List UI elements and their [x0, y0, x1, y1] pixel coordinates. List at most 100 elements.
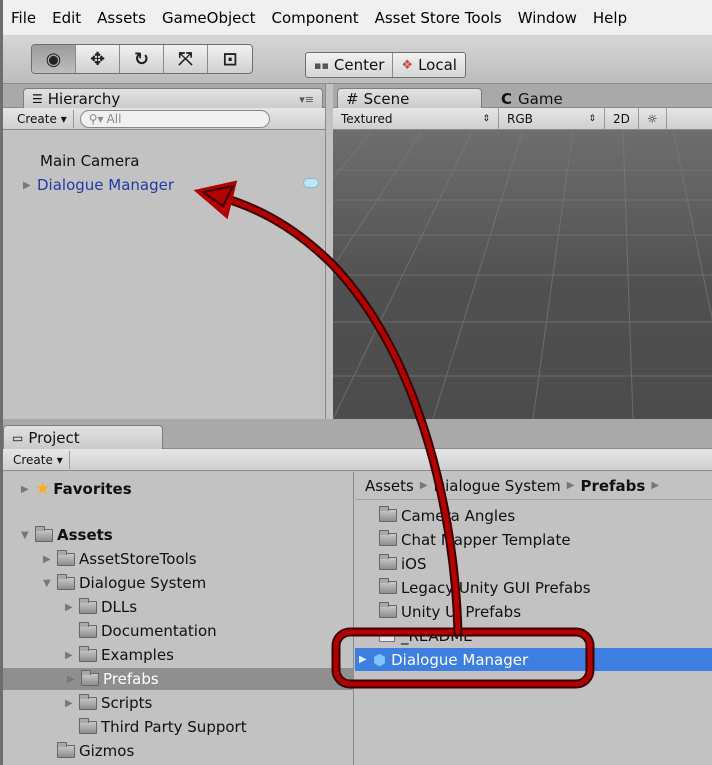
folder-icon: [79, 621, 97, 638]
expand-arrow-icon[interactable]: ▶: [23, 180, 37, 191]
tab-game[interactable]: C Game: [493, 88, 571, 109]
file-item-ios[interactable]: iOS: [379, 552, 427, 575]
menu-edit[interactable]: Edit: [52, 9, 81, 27]
prefab-cube-icon: ⬢: [373, 650, 387, 669]
tree-item-scripts[interactable]: ▶ Scripts: [65, 692, 152, 714]
render-mode-dropdown[interactable]: RGB ⇕: [499, 107, 605, 130]
breadcrumb-item[interactable]: Prefabs: [580, 477, 645, 495]
menu-component[interactable]: Component: [272, 9, 359, 27]
folder-icon: [57, 573, 75, 590]
scene-viewport[interactable]: [333, 130, 712, 419]
shading-mode-label: Textured: [341, 111, 393, 126]
tree-item-documentation[interactable]: Documentation: [79, 620, 217, 642]
project-file-list: Assets ▶ Dialogue System ▶ Prefabs ▶ Cam…: [355, 472, 712, 765]
transform-tools: ◉ ✥ ↻ ⤧ ⊡: [31, 44, 253, 74]
expand-arrow-icon[interactable]: ▶: [67, 674, 81, 685]
create-label: Create: [17, 111, 57, 126]
panel-menu-icon[interactable]: ▾≡: [299, 93, 314, 106]
tab-project[interactable]: ▭ Project: [3, 425, 163, 449]
project-toolbar: Create ▾: [3, 449, 712, 471]
tree-item-dialogue-system[interactable]: ▼ Dialogue System: [43, 572, 206, 594]
hierarchy-item-dialogue-manager[interactable]: ▶ Dialogue Manager: [23, 176, 174, 194]
hierarchy-icon: ☰: [32, 92, 43, 106]
tree-item-label: Favorites: [53, 480, 132, 498]
rect-icon: ⊡: [222, 48, 238, 70]
file-item-camera-angles[interactable]: Camera Angles: [379, 504, 515, 527]
breadcrumb-item[interactable]: Assets: [365, 477, 414, 495]
tree-item-favorites[interactable]: ▶ ★ Favorites: [21, 478, 132, 500]
expand-arrow-icon[interactable]: ▶: [359, 654, 373, 665]
tab-scene-label: Scene: [363, 90, 410, 108]
scene-panel: # Scene C Game Textured ⇕ RGB ⇕ 2D ☼: [333, 84, 712, 419]
move-icon: ✥: [89, 48, 106, 70]
tab-hierarchy[interactable]: ☰ Hierarchy ▾≡: [23, 88, 323, 109]
menu-gameobject[interactable]: GameObject: [162, 9, 256, 27]
view-tool-button[interactable]: ◉: [32, 45, 76, 73]
hierarchy-create-button[interactable]: Create ▾: [11, 109, 74, 128]
dropdown-icon: ⇕: [482, 113, 490, 124]
expand-arrow-icon[interactable]: ▶: [65, 602, 79, 613]
hierarchy-search-input[interactable]: ⚲▾ All: [79, 109, 270, 128]
chevron-right-icon: ▶: [651, 480, 660, 491]
expand-arrow-icon[interactable]: ▶: [21, 484, 35, 495]
2d-toggle[interactable]: 2D: [605, 107, 639, 130]
file-item-dialogue-manager[interactable]: ▶ ⬢ Dialogue Manager: [355, 648, 712, 671]
tree-item-prefabs[interactable]: ▶ Prefabs: [3, 668, 354, 690]
expand-arrow-icon[interactable]: ▶: [65, 650, 79, 661]
lighting-toggle[interactable]: ☼: [639, 107, 667, 130]
expand-arrow-icon[interactable]: ▶: [65, 698, 79, 709]
tree-item-assets[interactable]: ▼ Assets: [21, 524, 113, 546]
tree-item-gizmos[interactable]: Gizmos: [57, 740, 134, 762]
tab-scene[interactable]: # Scene: [337, 88, 482, 109]
file-item-readme[interactable]: _README: [379, 624, 473, 647]
menu-window[interactable]: Window: [518, 9, 577, 27]
file-item-chat-mapper-template[interactable]: Chat Mapper Template: [379, 528, 571, 551]
folder-icon: [79, 597, 97, 614]
menu-assets[interactable]: Assets: [97, 9, 146, 27]
shading-mode-dropdown[interactable]: Textured ⇕: [333, 107, 499, 130]
expand-arrow-icon[interactable]: ▶: [43, 554, 57, 565]
tree-item-label: Scripts: [101, 694, 153, 712]
tree-item-label: Dialogue System: [79, 574, 207, 592]
folder-icon: [81, 669, 99, 686]
tab-project-label: Project: [28, 428, 80, 447]
folder-icon: [379, 602, 397, 618]
collapse-arrow-icon[interactable]: ▼: [21, 530, 35, 541]
tree-item-third-party-support[interactable]: Third Party Support: [79, 716, 247, 738]
folder-icon: [79, 717, 97, 734]
search-icon: ⚲▾: [88, 111, 104, 126]
file-item-label: iOS: [401, 554, 427, 573]
tree-item-assetstoretools[interactable]: ▶ AssetStoreTools: [43, 548, 197, 570]
menu-asset-store-tools[interactable]: Asset Store Tools: [375, 9, 502, 27]
project-panel: ▭ Project Create ▾ ▶ ★ Favorites ▼ Asset…: [3, 419, 712, 765]
pivot-label: Center: [333, 56, 385, 74]
hierarchy-tabstrip: ☰ Hierarchy ▾≡: [3, 84, 325, 109]
collapse-arrow-icon[interactable]: ▼: [43, 578, 57, 589]
scale-tool-button[interactable]: ⤧: [164, 45, 208, 73]
folder-icon: [57, 741, 75, 758]
breadcrumb-item[interactable]: Dialogue System: [434, 477, 561, 495]
scene-toolbar: Textured ⇕ RGB ⇕ 2D ☼: [333, 107, 712, 130]
local-space-icon: ❖: [401, 57, 414, 73]
file-item-unity-ui-prefabs[interactable]: Unity UI Prefabs: [379, 600, 521, 623]
menu-file[interactable]: File: [11, 9, 36, 27]
game-icon: C: [501, 89, 513, 108]
menu-help[interactable]: Help: [593, 9, 627, 27]
text-file-icon: [379, 629, 395, 642]
project-create-button[interactable]: Create ▾: [7, 450, 70, 469]
rotate-tool-button[interactable]: ↻: [120, 45, 164, 73]
tree-item-dlls[interactable]: ▶ DLLs: [65, 596, 137, 618]
file-item-label: Unity UI Prefabs: [401, 602, 522, 621]
rect-tool-button[interactable]: ⊡: [208, 45, 252, 73]
file-item-legacy-unity-gui-prefabs[interactable]: Legacy Unity GUI Prefabs: [379, 576, 591, 599]
pivot-center-button[interactable]: ▪▪ Center: [306, 53, 394, 77]
file-item-label: _README: [401, 626, 473, 645]
tree-item-examples[interactable]: ▶ Examples: [65, 644, 174, 666]
folder-icon: [57, 549, 75, 566]
tree-item-label: Examples: [101, 646, 174, 664]
move-tool-button[interactable]: ✥: [76, 45, 120, 73]
tree-item-label: Third Party Support: [101, 718, 247, 736]
pivot-local-button[interactable]: ❖ Local: [393, 53, 465, 77]
unity-editor-window: File Edit Assets GameObject Component As…: [0, 0, 712, 765]
hierarchy-item-main-camera[interactable]: Main Camera: [40, 152, 139, 170]
